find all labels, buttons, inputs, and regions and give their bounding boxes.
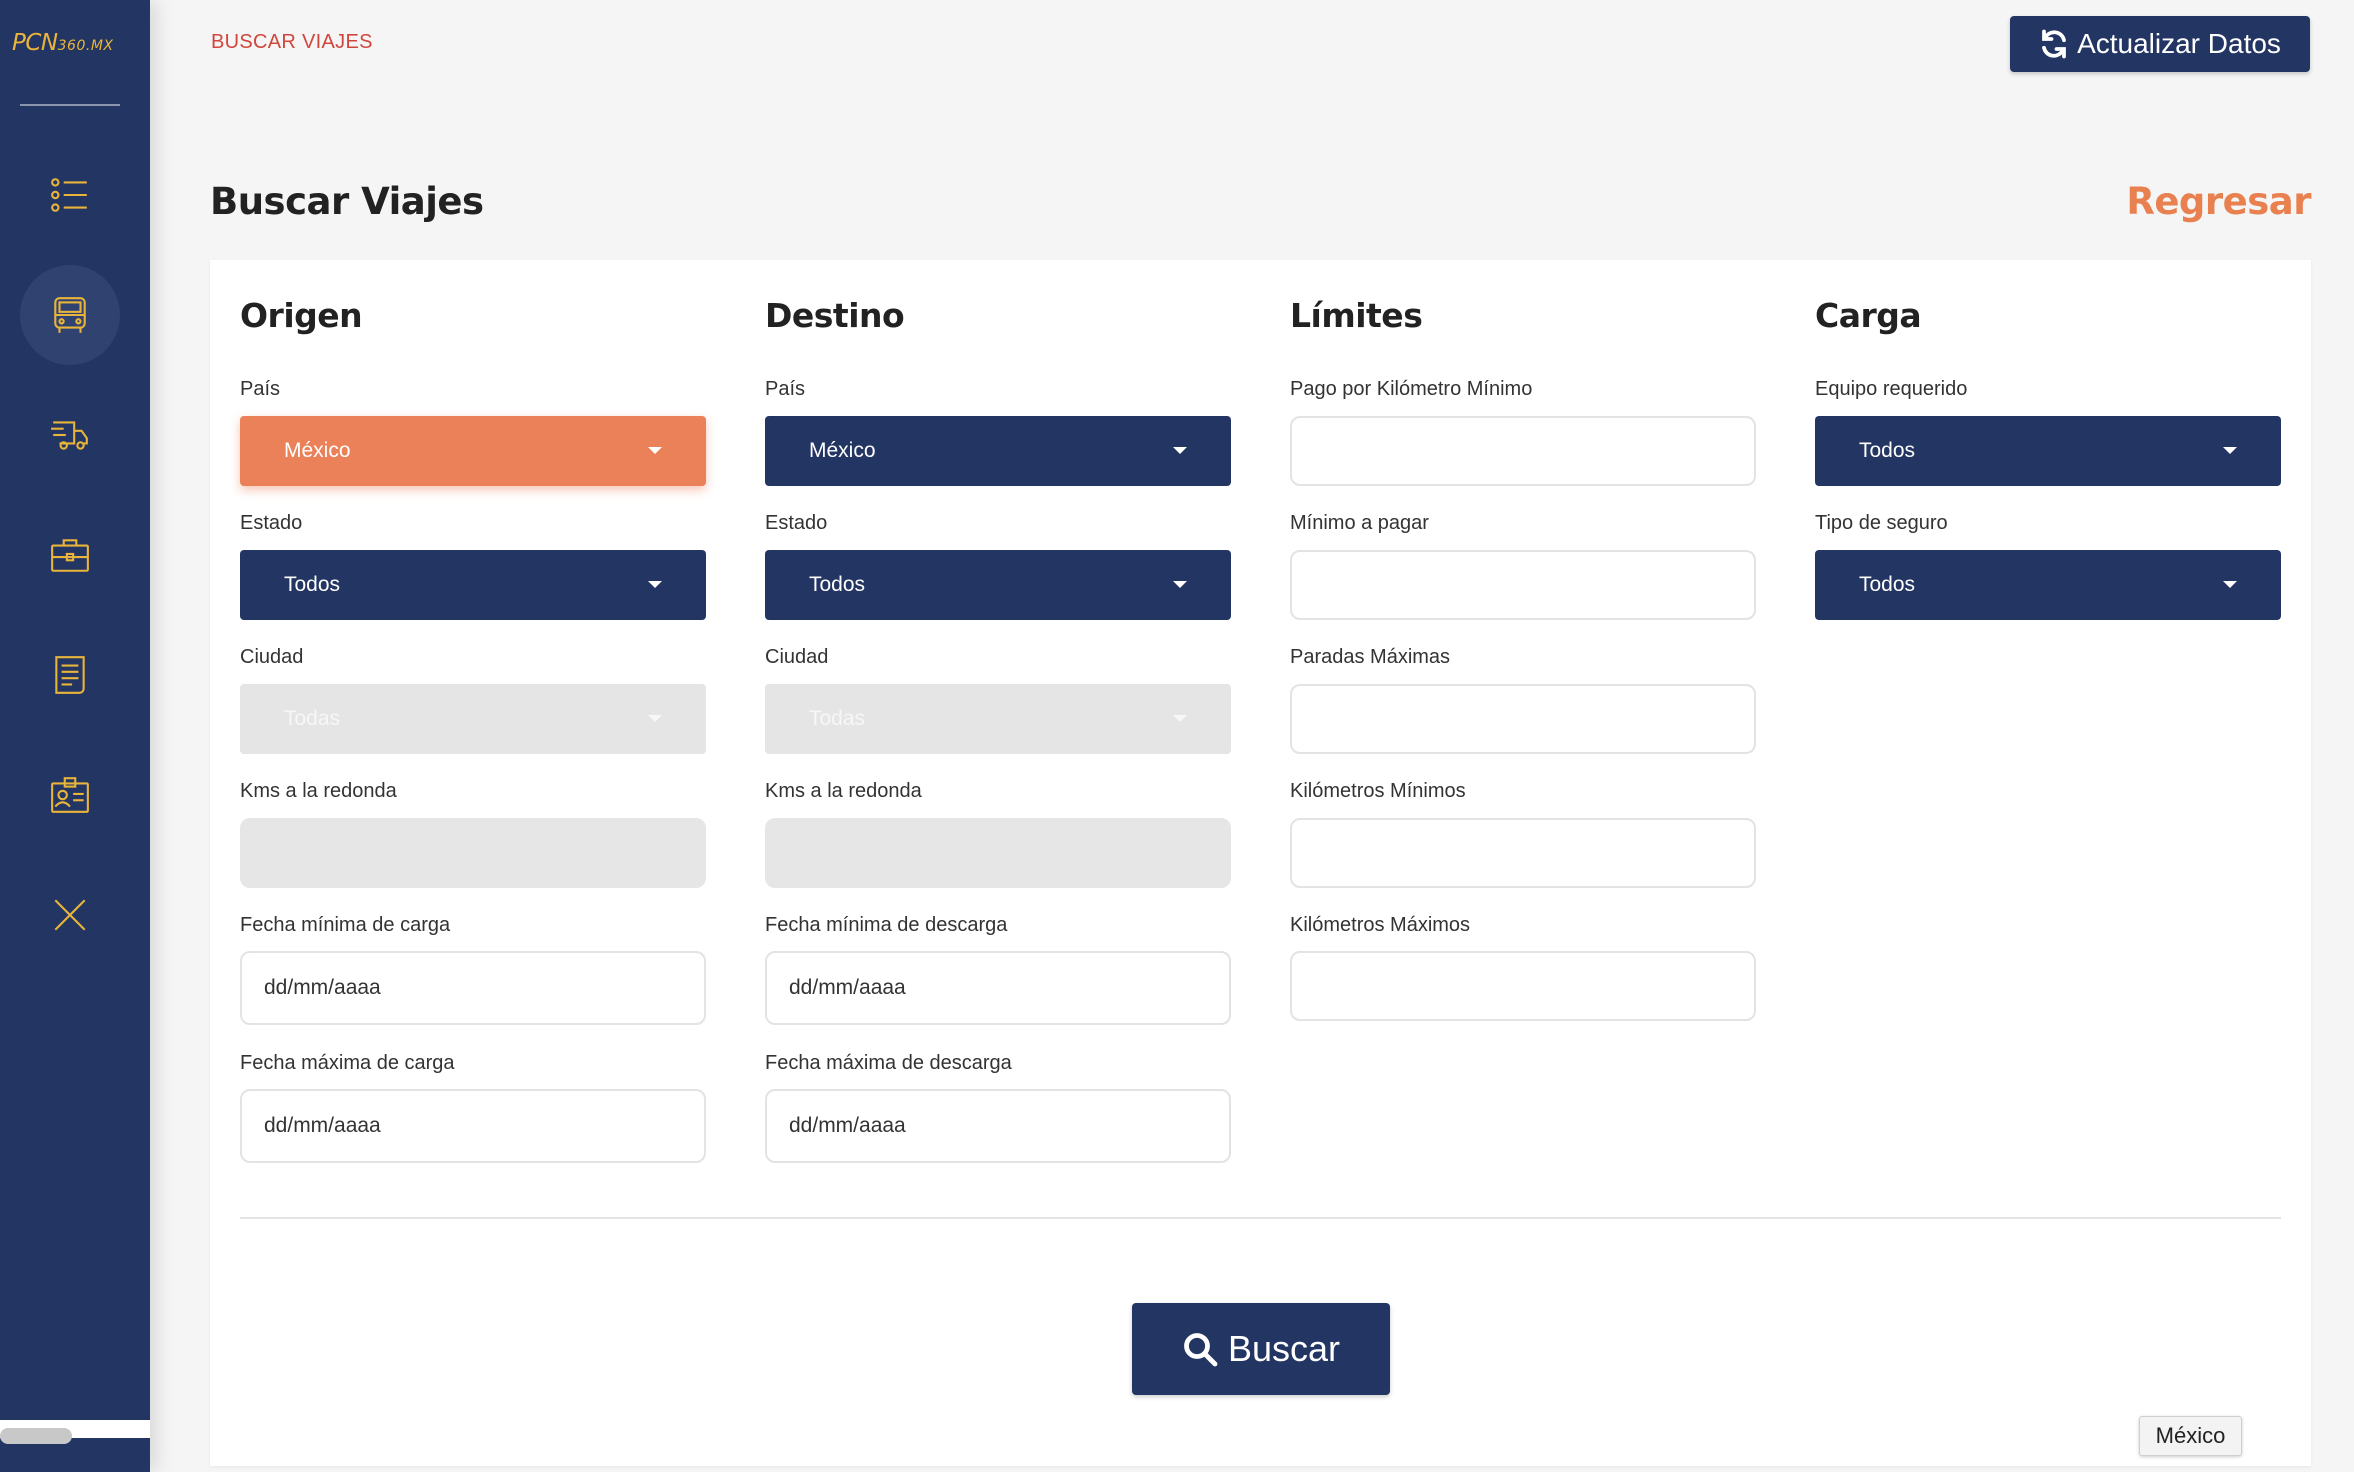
equipment-label: Equipo requerido <box>1815 378 1968 400</box>
destination-min-date-label: Fecha mínima de descarga <box>765 914 1008 936</box>
destination-city-value: Todas <box>809 707 866 730</box>
refresh-icon <box>2042 29 2066 59</box>
destination-city-select: Todas <box>765 684 1231 754</box>
min-payment-input[interactable] <box>1290 550 1756 620</box>
origin-radius-label: Kms a la redonda <box>240 780 397 802</box>
search-button-label: Buscar <box>1227 1328 1341 1369</box>
destination-country-select[interactable]: México <box>765 416 1231 486</box>
list-icon <box>51 178 87 212</box>
max-km-input[interactable] <box>1290 951 1756 1021</box>
destination-state-label: Estado <box>765 512 828 534</box>
origin-state-value: Todos <box>284 573 341 596</box>
back-link[interactable]: Regresar <box>2126 180 2311 223</box>
origin-state-label: Estado <box>240 512 303 534</box>
caret-down-icon <box>648 447 662 454</box>
caret-down-icon <box>1173 715 1187 722</box>
origin-state-select[interactable]: Todos <box>240 550 706 620</box>
truck-icon <box>51 421 88 450</box>
origin-city-select: Todas <box>240 684 706 754</box>
destination-heading: Destino <box>765 296 905 335</box>
refresh-button-label: Actualizar Datos <box>2077 28 2281 59</box>
destination-state-select[interactable]: Todos <box>765 550 1231 620</box>
origin-min-date-input[interactable]: dd/mm/aaaa <box>240 951 706 1025</box>
sidebar-item-profile[interactable] <box>20 745 120 845</box>
logo-suffix-text: 360.MX <box>57 38 114 54</box>
origin-min-date-label: Fecha mínima de carga <box>240 914 451 936</box>
sidebar-item-list[interactable] <box>20 145 120 245</box>
max-stops-label: Paradas Máximas <box>1290 646 1451 668</box>
caret-down-icon <box>648 715 662 722</box>
sidebar-item-work[interactable] <box>20 505 120 605</box>
origin-min-date-placeholder: dd/mm/aaaa <box>264 976 381 999</box>
caret-down-icon <box>2223 447 2237 454</box>
max-stops-input[interactable] <box>1290 684 1756 754</box>
sidebar-item-trips[interactable] <box>20 265 120 365</box>
origin-max-date-placeholder: dd/mm/aaaa <box>264 1114 381 1137</box>
caret-down-icon <box>648 581 662 588</box>
destination-max-date-input[interactable]: dd/mm/aaaa <box>765 1089 1231 1163</box>
briefcase-icon <box>51 539 89 572</box>
min-pay-per-km-input[interactable] <box>1290 416 1756 486</box>
destination-state-value: Todos <box>809 573 866 596</box>
sidebar-item-documents[interactable] <box>20 625 120 725</box>
max-km-label: Kilómetros Máximos <box>1290 914 1471 936</box>
logo: PCN 360.MX <box>12 30 142 60</box>
min-km-label: Kilómetros Mínimos <box>1290 780 1466 802</box>
refresh-data-button[interactable]: Actualizar Datos <box>2010 16 2310 72</box>
destination-min-date-input[interactable]: dd/mm/aaaa <box>765 951 1231 1025</box>
insurance-type-select[interactable]: Todos <box>1815 550 2281 620</box>
destination-radius-label: Kms a la redonda <box>765 780 922 802</box>
origin-city-value: Todas <box>284 707 341 730</box>
bus-icon <box>54 297 86 333</box>
destination-city-label: Ciudad <box>765 646 829 668</box>
logo-divider <box>20 104 120 106</box>
search-button[interactable]: Buscar <box>1132 1303 1390 1395</box>
destination-max-date-label: Fecha máxima de descarga <box>765 1052 1012 1074</box>
document-icon <box>55 656 85 694</box>
search-icon <box>1184 1333 1218 1367</box>
logo-main-text: PCN <box>12 30 58 56</box>
min-km-input[interactable] <box>1290 818 1756 888</box>
sidebar-item-shipping[interactable] <box>20 385 120 485</box>
equipment-select[interactable]: Todos <box>1815 416 2281 486</box>
origin-city-label: Ciudad <box>240 646 304 668</box>
page-title: Buscar Viajes <box>210 180 484 223</box>
origin-country-label: País <box>240 378 281 400</box>
origin-country-value: México <box>284 439 351 462</box>
form-divider <box>240 1217 2281 1219</box>
tooltip: México <box>2139 1416 2242 1456</box>
origin-max-date-input[interactable]: dd/mm/aaaa <box>240 1089 706 1163</box>
close-icon <box>54 899 86 931</box>
id-badge-icon <box>51 777 89 813</box>
scrollbar-thumb[interactable] <box>0 1428 72 1444</box>
insurance-type-value: Todos <box>1859 573 1916 596</box>
origin-country-select[interactable]: México <box>240 416 706 486</box>
breadcrumb: BUSCAR VIAJES <box>211 31 373 53</box>
min-payment-label: Mínimo a pagar <box>1290 512 1429 534</box>
origin-heading: Origen <box>240 296 363 335</box>
caret-down-icon <box>1173 581 1187 588</box>
destination-max-date-placeholder: dd/mm/aaaa <box>789 1114 906 1137</box>
destination-country-value: México <box>809 439 876 462</box>
destination-radius-input <box>765 818 1231 888</box>
insurance-type-label: Tipo de seguro <box>1815 512 1948 534</box>
caret-down-icon <box>2223 581 2237 588</box>
caret-down-icon <box>1173 447 1187 454</box>
sidebar: PCN 360.MX <box>0 0 150 1472</box>
destination-country-label: País <box>765 378 806 400</box>
search-form-card: Origen País México Estado Todos Ciudad T… <box>210 260 2311 1466</box>
origin-max-date-label: Fecha máxima de carga <box>240 1052 455 1074</box>
equipment-value: Todos <box>1859 439 1916 462</box>
min-pay-per-km-label: Pago por Kilómetro Mínimo <box>1290 378 1533 400</box>
limits-heading: Límites <box>1290 296 1423 335</box>
cargo-heading: Carga <box>1815 296 1922 335</box>
sidebar-item-logout[interactable] <box>20 865 120 965</box>
origin-radius-input <box>240 818 706 888</box>
destination-min-date-placeholder: dd/mm/aaaa <box>789 976 906 999</box>
